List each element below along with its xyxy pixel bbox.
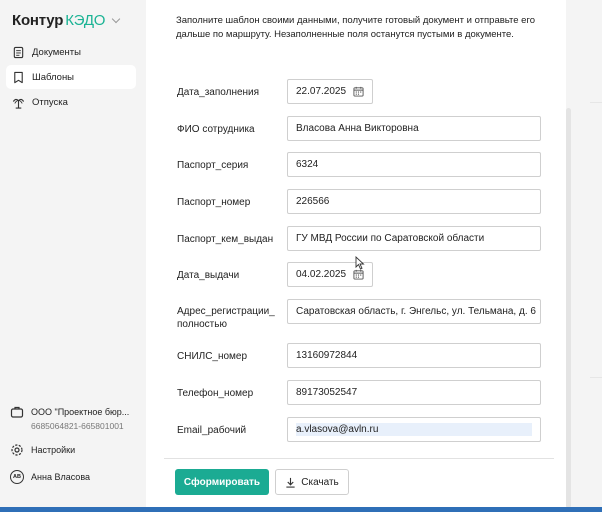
settings-link[interactable]: Настройки bbox=[10, 443, 75, 457]
calendar-icon[interactable] bbox=[353, 269, 364, 280]
chevron-down-icon[interactable] bbox=[112, 14, 121, 23]
palm-tree-icon bbox=[12, 96, 25, 109]
work-email-input[interactable]: a.vlasova@avln.ru bbox=[287, 417, 541, 442]
brand-part1: Контур bbox=[12, 12, 64, 29]
right-pane bbox=[571, 0, 602, 512]
avatar: АВ bbox=[10, 470, 24, 484]
organization-switcher[interactable]: ООО "Проектное бюр... 6685064821-6658010… bbox=[10, 405, 140, 431]
fill-date-input[interactable]: 22.07.2025 bbox=[287, 79, 373, 104]
generate-button[interactable]: Сформировать bbox=[175, 469, 269, 495]
passport-number-input[interactable]: 226566 bbox=[287, 189, 541, 214]
field-value: 04.02.2025 bbox=[296, 269, 347, 280]
form-intro: Заполните шаблон своими данными, получит… bbox=[176, 15, 535, 40]
brand-part2: КЭДО bbox=[65, 12, 106, 29]
org-inn: 6685064821-665801001 bbox=[31, 421, 124, 431]
org-name: ООО "Проектное бюр... bbox=[31, 407, 130, 417]
document-icon bbox=[12, 46, 25, 59]
right-pane-divider bbox=[590, 102, 602, 103]
sidebar-item-label: Шаблоны bbox=[32, 71, 75, 83]
sidebar-item-documents[interactable]: Документы bbox=[6, 40, 136, 64]
app-logo[interactable]: Контур КЭДО bbox=[12, 12, 121, 29]
template-icon bbox=[12, 71, 25, 84]
passport-series-input[interactable]: 6324 bbox=[287, 152, 541, 177]
field-value: Саратовская область, г. Энгельс, ул. Тел… bbox=[296, 306, 536, 317]
gear-icon bbox=[10, 443, 24, 457]
field-label: Дата_выдачи bbox=[177, 270, 240, 281]
calendar-icon[interactable] bbox=[353, 86, 364, 97]
field-label: Паспорт_серия bbox=[177, 160, 249, 171]
sidebar: Контур КЭДО Документы Шаблоны Отпуска ОО… bbox=[0, 0, 146, 512]
field-value: Власова Анна Викторовна bbox=[296, 123, 419, 134]
field-label: Email_рабочий bbox=[177, 425, 247, 436]
phone-input[interactable]: 89173052547 bbox=[287, 380, 541, 405]
field-value: 226566 bbox=[296, 196, 330, 207]
download-button[interactable]: Скачать bbox=[275, 469, 349, 495]
field-label: СНИЛС_номер bbox=[177, 351, 248, 362]
field-label: Телефон_номер bbox=[177, 388, 254, 399]
download-icon bbox=[286, 477, 295, 488]
field-value: a.vlasova@avln.ru bbox=[296, 423, 532, 436]
text-cursor-icon bbox=[355, 256, 365, 270]
user-name: Анна Власова bbox=[31, 472, 91, 482]
field-value: ГУ МВД России по Саратовской области bbox=[296, 233, 485, 244]
briefcase-icon bbox=[10, 405, 24, 419]
field-value: 13160972844 bbox=[296, 350, 358, 361]
footer-divider bbox=[164, 458, 554, 459]
field-value: 89173052547 bbox=[296, 387, 358, 398]
sidebar-item-templates[interactable]: Шаблоны bbox=[6, 65, 136, 89]
field-label: Дата_заполнения bbox=[177, 87, 260, 98]
field-label: Паспорт_кем_выдан bbox=[177, 234, 274, 245]
field-label: Адрес_регистрации_ полностью bbox=[177, 306, 275, 330]
right-pane-divider bbox=[590, 377, 602, 378]
field-label: ФИО сотрудника bbox=[177, 124, 255, 135]
registration-address-input[interactable]: Саратовская область, г. Энгельс, ул. Тел… bbox=[287, 299, 541, 324]
snils-input[interactable]: 13160972844 bbox=[287, 343, 541, 368]
download-label: Скачать bbox=[301, 476, 339, 488]
taskbar-strip bbox=[0, 507, 602, 512]
passport-issuer-input[interactable]: ГУ МВД России по Саратовской области bbox=[287, 226, 541, 251]
user-profile[interactable]: АВ Анна Власова bbox=[10, 470, 90, 484]
settings-label: Настройки bbox=[31, 445, 76, 455]
employee-name-input[interactable]: Власова Анна Викторовна bbox=[287, 116, 541, 141]
sidebar-item-label: Документы bbox=[32, 46, 81, 58]
field-value: 22.07.2025 bbox=[296, 86, 347, 97]
field-value: 6324 bbox=[296, 159, 319, 170]
sidebar-item-label: Отпуска bbox=[32, 96, 68, 108]
sidebar-item-vacations[interactable]: Отпуска bbox=[6, 90, 136, 114]
field-label: Паспорт_номер bbox=[177, 197, 251, 208]
